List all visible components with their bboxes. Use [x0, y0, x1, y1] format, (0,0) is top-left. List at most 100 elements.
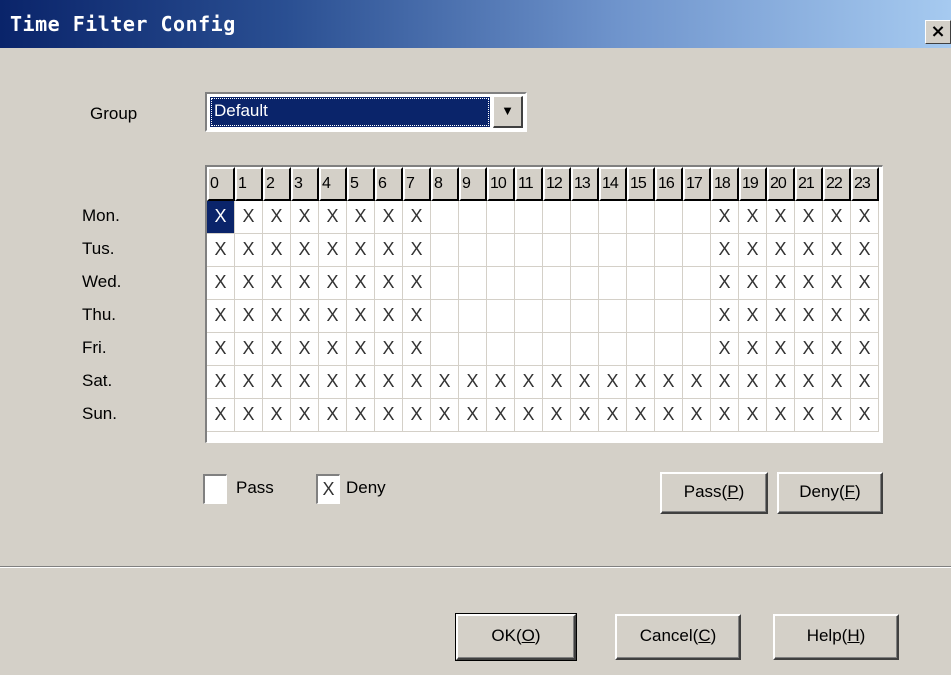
hour-header-22[interactable]: 22 [823, 167, 851, 201]
grid-cell[interactable]: X [291, 333, 319, 366]
grid-cell[interactable]: X [627, 366, 655, 399]
group-select[interactable]: Default ▼ [205, 92, 527, 132]
grid-cell[interactable]: X [795, 366, 823, 399]
hour-header-8[interactable]: 8 [431, 167, 459, 201]
grid-cell[interactable]: X [795, 234, 823, 267]
grid-cell[interactable] [571, 234, 599, 267]
grid-cell[interactable]: X [515, 399, 543, 432]
grid-cell[interactable]: X [683, 399, 711, 432]
grid-cell[interactable]: X [207, 333, 235, 366]
hour-header-9[interactable]: 9 [459, 167, 487, 201]
grid-cell[interactable]: X [655, 366, 683, 399]
hour-header-2[interactable]: 2 [263, 167, 291, 201]
grid-cell[interactable] [515, 333, 543, 366]
grid-cell[interactable] [599, 267, 627, 300]
grid-cell[interactable] [571, 333, 599, 366]
time-grid-cells[interactable]: XXXXXXXXXXXXXXXXXXXXXXXXXXXXXXXXXXXXXXXX… [207, 201, 879, 432]
grid-cell[interactable]: X [599, 399, 627, 432]
time-grid[interactable]: 0 1 2 3 4 5 6 7 8 9 10 11 12 13 14 15 16 17 18 19 20 21 22 23 X… [205, 165, 883, 443]
grid-cell[interactable]: X [711, 300, 739, 333]
grid-cell[interactable]: X [711, 201, 739, 234]
hour-header-3[interactable]: 3 [291, 167, 319, 201]
grid-cell[interactable]: X [263, 234, 291, 267]
grid-cell[interactable]: X [403, 267, 431, 300]
close-button[interactable]: × [925, 20, 951, 44]
grid-cell[interactable]: X [291, 300, 319, 333]
grid-cell[interactable]: X [851, 234, 879, 267]
grid-cell[interactable]: X [347, 201, 375, 234]
grid-cell[interactable]: X [823, 234, 851, 267]
grid-cell[interactable] [655, 201, 683, 234]
grid-cell[interactable]: X [291, 399, 319, 432]
pass-button[interactable]: Pass(P) [660, 472, 768, 514]
grid-cell[interactable]: X [739, 366, 767, 399]
grid-cell[interactable]: X [739, 399, 767, 432]
grid-cell[interactable]: X [291, 366, 319, 399]
dropdown-button[interactable]: ▼ [493, 96, 523, 128]
grid-cell[interactable]: X [235, 399, 263, 432]
grid-cell[interactable]: X [235, 234, 263, 267]
grid-cell[interactable]: X [459, 366, 487, 399]
grid-cell[interactable]: X [431, 399, 459, 432]
grid-cell[interactable]: X [767, 234, 795, 267]
grid-cell[interactable]: X [291, 234, 319, 267]
grid-cell[interactable]: X [823, 201, 851, 234]
grid-cell[interactable]: X [795, 333, 823, 366]
deny-button[interactable]: Deny(F) [777, 472, 883, 514]
grid-cell[interactable] [599, 201, 627, 234]
grid-cell[interactable]: X [235, 333, 263, 366]
grid-cell[interactable] [487, 267, 515, 300]
hour-header-18[interactable]: 18 [711, 167, 739, 201]
grid-cell[interactable]: X [347, 300, 375, 333]
grid-cell[interactable]: X [263, 267, 291, 300]
grid-cell[interactable] [683, 234, 711, 267]
grid-cell[interactable]: X [739, 234, 767, 267]
grid-cell[interactable]: X [319, 399, 347, 432]
grid-cell[interactable] [431, 300, 459, 333]
grid-cell[interactable]: X [235, 366, 263, 399]
grid-cell[interactable]: X [823, 366, 851, 399]
grid-cell[interactable] [627, 267, 655, 300]
grid-cell[interactable] [515, 234, 543, 267]
grid-cell[interactable]: X [823, 267, 851, 300]
hour-header-5[interactable]: 5 [347, 167, 375, 201]
grid-cell[interactable]: X [235, 201, 263, 234]
grid-cell[interactable]: X [767, 300, 795, 333]
grid-cell[interactable]: X [767, 267, 795, 300]
hour-header-10[interactable]: 10 [487, 167, 515, 201]
grid-cell[interactable] [683, 201, 711, 234]
grid-cell[interactable]: X [711, 234, 739, 267]
grid-cell[interactable]: X [235, 300, 263, 333]
grid-cell[interactable]: X [767, 366, 795, 399]
cancel-button[interactable]: Cancel(C) [615, 614, 741, 660]
grid-cell[interactable]: X [375, 300, 403, 333]
grid-cell[interactable] [431, 201, 459, 234]
grid-cell[interactable]: X [235, 267, 263, 300]
grid-cell[interactable] [683, 267, 711, 300]
grid-cell[interactable]: X [403, 399, 431, 432]
grid-cell[interactable]: X [851, 366, 879, 399]
grid-cell[interactable]: X [571, 399, 599, 432]
grid-cell[interactable] [459, 333, 487, 366]
grid-cell[interactable]: X [795, 201, 823, 234]
grid-cell[interactable]: X [739, 201, 767, 234]
grid-cell[interactable]: X [739, 300, 767, 333]
grid-cell[interactable] [543, 234, 571, 267]
grid-cell[interactable]: X [319, 234, 347, 267]
grid-cell[interactable] [543, 201, 571, 234]
hour-header-0[interactable]: 0 [207, 167, 235, 201]
grid-cell[interactable]: X [319, 333, 347, 366]
grid-cell[interactable]: X [291, 267, 319, 300]
grid-cell[interactable]: X [319, 267, 347, 300]
grid-cell[interactable]: X [627, 399, 655, 432]
grid-cell[interactable] [459, 267, 487, 300]
grid-cell[interactable] [683, 300, 711, 333]
grid-cell[interactable] [459, 201, 487, 234]
grid-cell[interactable] [627, 201, 655, 234]
grid-cell[interactable]: X [347, 333, 375, 366]
grid-cell[interactable]: X [767, 399, 795, 432]
grid-cell[interactable]: X [795, 267, 823, 300]
grid-cell[interactable] [683, 333, 711, 366]
grid-cell[interactable] [459, 234, 487, 267]
hour-header-20[interactable]: 20 [767, 167, 795, 201]
